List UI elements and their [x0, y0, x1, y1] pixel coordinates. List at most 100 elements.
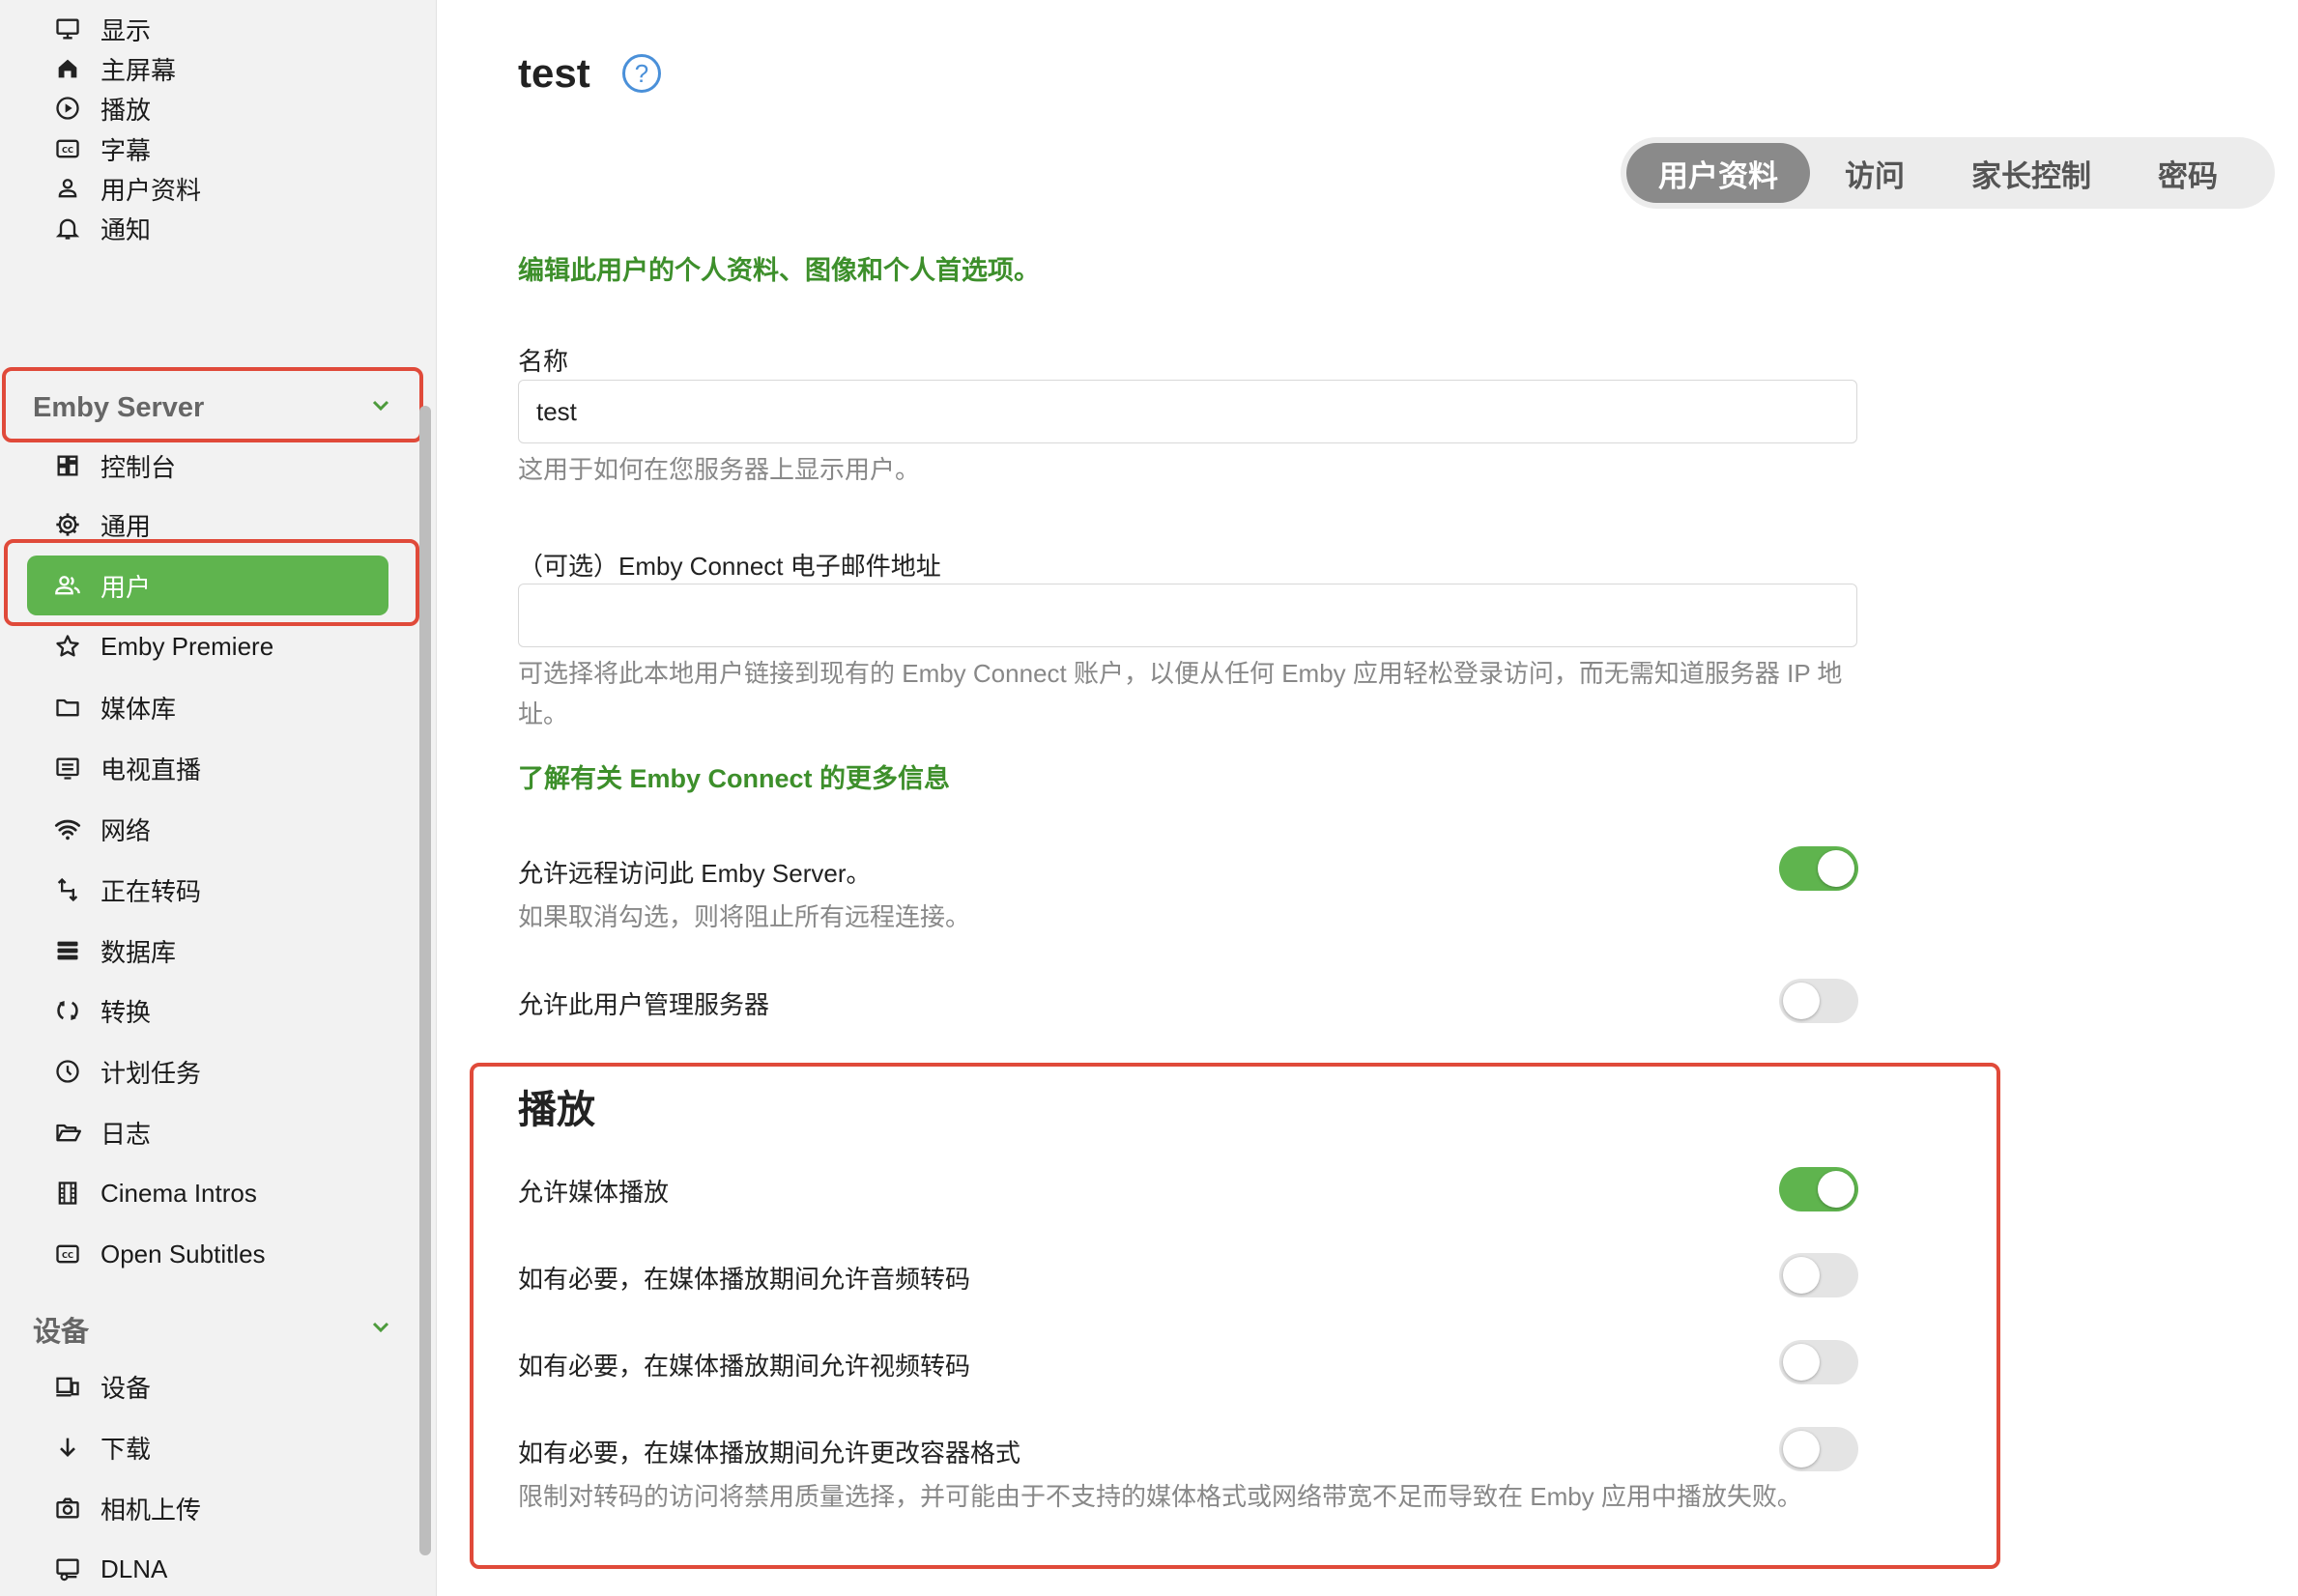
sidebar-item-camera-upload[interactable]: 相机上传: [52, 1485, 201, 1531]
gear-icon: [52, 509, 83, 540]
wifi-icon: [52, 813, 83, 844]
person-icon: [52, 173, 83, 204]
home-icon: [52, 53, 83, 84]
sidebar-item-label: 正在转码: [101, 876, 202, 906]
audio-transcode-toggle[interactable]: [1779, 1253, 1858, 1297]
tab-password[interactable]: 密码: [2126, 143, 2250, 203]
devices-icon: [52, 1371, 83, 1402]
sidebar-item-general[interactable]: 通用: [52, 501, 151, 548]
camera-icon: [52, 1493, 83, 1524]
sidebar-item-label: 相机上传: [101, 1495, 202, 1525]
remote-access-toggle[interactable]: [1779, 846, 1858, 891]
folder-open-icon: [52, 1117, 83, 1148]
sidebar-item-label: 控制台: [101, 452, 177, 482]
section-header-emby-server[interactable]: Emby Server: [8, 375, 417, 441]
sidebar-item-cinema-intros[interactable]: Cinema Intros: [52, 1170, 257, 1216]
play-circle-icon: [52, 93, 83, 124]
remote-access-help: 如果取消勾选，则将阻止所有远程连接。: [518, 902, 971, 931]
film-icon: [52, 1178, 83, 1209]
video-transcode-label: 如有必要，在媒体播放期间允许视频转码: [518, 1352, 971, 1381]
sidebar-item-label: 数据库: [101, 937, 177, 967]
page-intro: 编辑此用户的个人资料、图像和个人首选项。: [518, 256, 1040, 285]
monitor-icon: [52, 14, 83, 44]
users-icon: [52, 570, 83, 601]
chevron-down-icon: [369, 393, 392, 423]
sidebar-item-network[interactable]: 网络: [52, 806, 151, 852]
convert-icon: [52, 995, 83, 1026]
sidebar-item-conversions[interactable]: 转换: [52, 987, 151, 1034]
sidebar-item-live-tv[interactable]: 电视直播: [52, 745, 201, 791]
chevron-down-icon: [369, 1315, 392, 1345]
sidebar-item-label: 主屏幕: [101, 55, 177, 85]
audio-transcode-label: 如有必要，在媒体播放期间允许音频转码: [518, 1265, 971, 1294]
sidebar-item-dashboard[interactable]: 控制台: [52, 442, 176, 489]
sidebar-item-open-subtitles[interactable]: CC Open Subtitles: [52, 1231, 266, 1277]
section-title: Emby Server: [33, 391, 205, 423]
sidebar-item-label: 电视直播: [101, 755, 202, 784]
dlna-icon: [52, 1553, 83, 1584]
remux-toggle[interactable]: [1779, 1427, 1858, 1471]
tab-access[interactable]: 访问: [1813, 143, 1937, 203]
sidebar-scrollbar[interactable]: [419, 406, 431, 1555]
help-icon[interactable]: ?: [622, 54, 661, 93]
sidebar-item-label: Emby Premiere: [101, 631, 274, 661]
tab-profile[interactable]: 用户资料: [1626, 143, 1810, 203]
sidebar-item-transcoding[interactable]: 正在转码: [52, 867, 201, 913]
admin-toggle[interactable]: [1779, 979, 1858, 1023]
cc-icon: CC: [52, 133, 83, 164]
tv-guide-icon: [52, 753, 83, 784]
sidebar-item-label: 播放: [101, 95, 152, 125]
media-playback-toggle[interactable]: [1779, 1167, 1858, 1211]
connect-email-help: 可选择将此本地用户链接到现有的 Emby Connect 账户，以便从任何 Em…: [518, 659, 1843, 728]
sidebar-item-label: 用户资料: [101, 175, 202, 205]
name-field[interactable]: [518, 380, 1857, 443]
page-title: test: [518, 50, 590, 96]
sidebar-item-label: 字幕: [101, 135, 152, 165]
database-icon: [52, 935, 83, 966]
name-help: 这用于如何在您服务器上显示用户。: [518, 455, 921, 484]
sidebar-item-playback[interactable]: 播放: [52, 85, 151, 131]
svg-text:CC: CC: [62, 145, 73, 155]
sidebar-item-dlna[interactable]: DLNA: [52, 1546, 167, 1592]
sidebar-item-label: 通用: [101, 511, 152, 541]
star-icon: [52, 631, 83, 662]
sidebar: 显示 主屏幕 播放 CC 字幕 用户资料 通知 Emby Server 控制台 …: [0, 0, 437, 1596]
sidebar-item-devices[interactable]: 设备: [52, 1363, 151, 1410]
connect-email-label: （可选）Emby Connect 电子邮件地址: [518, 552, 941, 581]
media-playback-label: 允许媒体播放: [518, 1178, 670, 1207]
dashboard-icon: [52, 450, 83, 481]
sidebar-item-label: Open Subtitles: [101, 1239, 266, 1268]
sidebar-item-database[interactable]: 数据库: [52, 927, 176, 974]
sidebar-item-label: 日志: [101, 1119, 152, 1149]
tab-parental-control[interactable]: 家长控制: [1939, 143, 2123, 203]
section-title: 设备: [33, 1317, 90, 1348]
sidebar-item-label: 下载: [101, 1434, 152, 1464]
name-label: 名称: [518, 347, 569, 376]
remote-access-label: 允许远程访问此 Emby Server。: [518, 859, 872, 888]
sidebar-item-label: DLNA: [101, 1553, 168, 1583]
sidebar-item-scheduled-tasks[interactable]: 计划任务: [52, 1048, 201, 1095]
connect-info-link[interactable]: 了解有关 Emby Connect 的更多信息: [518, 757, 950, 795]
tab-bar: 用户资料 访问 家长控制 密码: [1621, 137, 2275, 209]
connect-email-field[interactable]: [518, 584, 1857, 647]
sidebar-item-notifications[interactable]: 通知: [52, 205, 151, 251]
sidebar-item-label: 转换: [101, 997, 152, 1027]
sidebar-item-downloads[interactable]: 下载: [52, 1424, 151, 1470]
playback-help: 限制对转码的访问将禁用质量选择，并可能由于不支持的媒体格式或网络带宽不足而导致在…: [518, 1482, 1802, 1511]
sidebar-item-logs[interactable]: 日志: [52, 1109, 151, 1155]
folder-icon: [52, 692, 83, 723]
video-transcode-toggle[interactable]: [1779, 1340, 1858, 1384]
sidebar-item-label: Cinema Intros: [101, 1178, 257, 1208]
bell-icon: [52, 213, 83, 243]
sidebar-item-label: 计划任务: [101, 1058, 202, 1088]
sidebar-item-label: 通知: [101, 214, 152, 244]
sidebar-item-label: 显示: [101, 15, 152, 45]
section-header-devices[interactable]: 设备: [8, 1297, 417, 1362]
sidebar-item-library[interactable]: 媒体库: [52, 684, 176, 730]
clock-icon: [52, 1056, 83, 1087]
cc-icon: CC: [52, 1239, 83, 1269]
admin-label: 允许此用户管理服务器: [518, 990, 770, 1019]
sidebar-item-users[interactable]: 用户: [27, 556, 388, 615]
sidebar-item-label: 用户: [101, 572, 152, 602]
sidebar-item-premiere[interactable]: Emby Premiere: [52, 623, 273, 670]
